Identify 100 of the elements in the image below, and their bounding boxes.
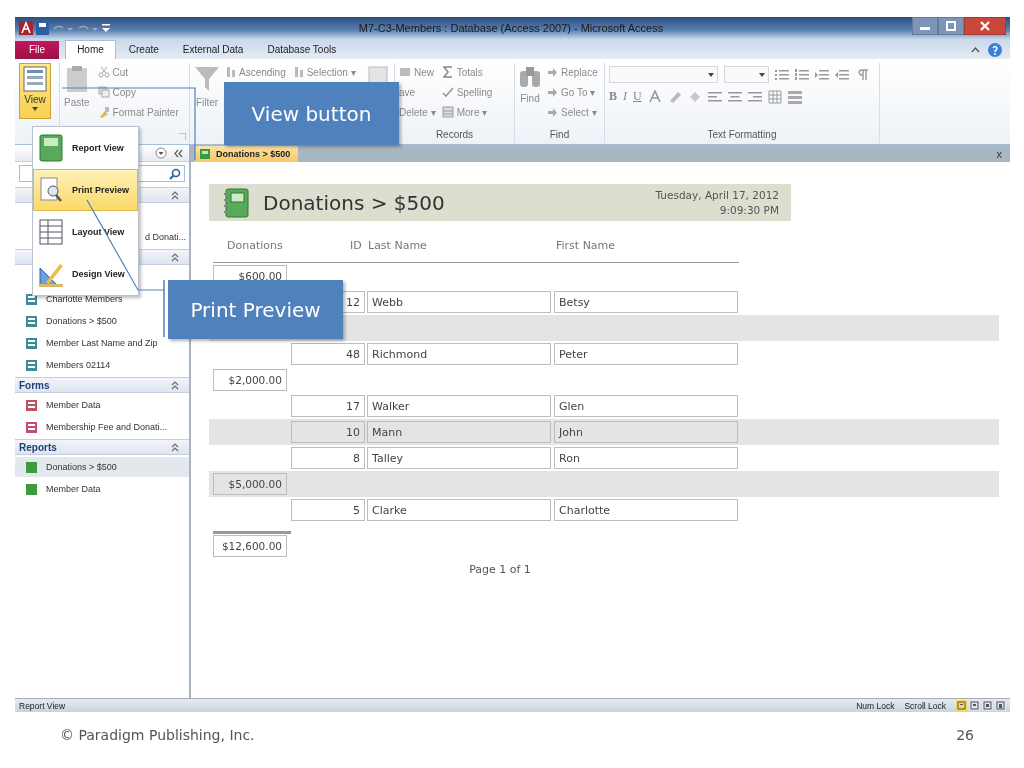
- nav-item[interactable]: Members 02114: [15, 355, 115, 375]
- records-button[interactable]: Totals: [441, 65, 493, 79]
- arrow-icon: [547, 66, 558, 78]
- outdent-icon[interactable]: [835, 68, 849, 81]
- grid-icon: [441, 106, 454, 118]
- ribbon-tab[interactable]: Create: [117, 41, 170, 59]
- app-icon[interactable]: [19, 21, 33, 35]
- table-cell: Mann: [367, 421, 551, 443]
- spelling-icon: [441, 86, 454, 98]
- help-icon[interactable]: [988, 43, 1002, 57]
- font-color-icon[interactable]: [647, 89, 662, 104]
- view-switch-button[interactable]: [969, 700, 980, 711]
- dropdown-icon[interactable]: [155, 147, 167, 159]
- table-cell: Betsy: [554, 291, 738, 313]
- layout-icon: [38, 218, 64, 246]
- new-record-icon: [399, 66, 411, 78]
- clipboard-button[interactable]: Cut: [97, 65, 179, 79]
- view-button[interactable]: View: [19, 63, 51, 119]
- nav-item[interactable]: Member Data: [15, 395, 105, 415]
- magnifier-page-icon: [38, 176, 64, 204]
- table-cell: 17: [291, 395, 365, 417]
- numbered-list-icon[interactable]: [795, 68, 809, 81]
- table-cell: 48: [291, 343, 365, 365]
- search-icon[interactable]: [169, 167, 181, 180]
- sort-icon: [293, 66, 304, 78]
- collapse-ribbon-icon[interactable]: [971, 46, 980, 53]
- text-style-button[interactable]: U: [633, 89, 642, 104]
- close-document-button[interactable]: x: [996, 147, 1002, 160]
- customize-icon[interactable]: [102, 23, 110, 33]
- ribbon-tab[interactable]: Home: [65, 40, 116, 59]
- table-cell: $5,000.00: [213, 473, 287, 495]
- table-cell: Clarke: [367, 499, 551, 521]
- table-cell: $2,000.00: [213, 369, 287, 391]
- bullet-list-icon[interactable]: [775, 68, 789, 81]
- nav-item[interactable]: Membership Fee and Donati...: [15, 417, 172, 437]
- table-cell: John: [554, 421, 738, 443]
- clipboard-icon: [64, 65, 89, 93]
- callout: Print Preview: [168, 280, 343, 339]
- report-date: Tuesday, April 17, 2012: [655, 189, 779, 201]
- collapse-group-icon[interactable]: [171, 442, 179, 452]
- nav-item[interactable]: Donations > $500: [15, 311, 121, 331]
- row-color-icon[interactable]: [787, 89, 802, 104]
- table-cell: 8: [291, 447, 365, 469]
- collapse-group-icon[interactable]: [171, 380, 179, 390]
- align-center-icon[interactable]: [727, 90, 742, 103]
- align-right-icon[interactable]: [747, 90, 762, 103]
- copyright-text: © Paradigm Publishing, Inc.: [60, 727, 255, 743]
- nav-item[interactable]: Member Data: [15, 479, 105, 499]
- font-size-field[interactable]: [724, 66, 769, 83]
- view-switch-button[interactable]: [956, 700, 967, 711]
- collapse-group-icon[interactable]: [171, 252, 179, 262]
- menu-item[interactable]: Print Preview: [33, 169, 138, 211]
- collapse-pane-icon[interactable]: [173, 148, 183, 158]
- table-cell: Talley: [367, 447, 551, 469]
- group-label: Records: [434, 129, 475, 142]
- gridlines-icon[interactable]: [767, 89, 782, 104]
- indent-icon[interactable]: [815, 68, 829, 81]
- paragraph-icon[interactable]: [855, 68, 869, 81]
- sort-filter-button[interactable]: Ascending: [226, 65, 286, 79]
- align-left-icon[interactable]: [707, 90, 722, 103]
- document-tab[interactable]: Donations > $500: [195, 146, 299, 162]
- collapse-group-icon[interactable]: [171, 190, 179, 200]
- clipboard-button[interactable]: Copy: [97, 85, 179, 99]
- nav-item[interactable]: Donations > $500: [15, 457, 189, 477]
- menu-item[interactable]: Design View: [33, 253, 138, 295]
- view-switch-button[interactable]: [995, 700, 1006, 711]
- records-button[interactable]: New: [399, 65, 436, 79]
- records-button[interactable]: ave: [399, 85, 436, 99]
- funnel-icon: [194, 65, 220, 93]
- sigma-icon: [441, 66, 454, 78]
- status-indicator: Num Lock: [856, 700, 895, 711]
- view-switch-button[interactable]: [982, 700, 993, 711]
- report-icon: [25, 482, 38, 496]
- text-style-button[interactable]: I: [623, 89, 627, 104]
- restore-button[interactable]: [938, 17, 964, 35]
- caret-icon: [759, 72, 765, 77]
- report-title: Donations > $500: [263, 190, 445, 215]
- nav-item[interactable]: Member Last Name and Zip: [15, 333, 162, 353]
- ribbon-tab[interactable]: Database Tools: [256, 41, 348, 59]
- report-time: 9:09:30 PM: [719, 204, 779, 216]
- table-cell: Peter: [554, 343, 738, 365]
- minimize-button[interactable]: [912, 17, 938, 35]
- redo-icon[interactable]: [77, 23, 99, 33]
- copy-icon: [97, 86, 110, 98]
- ribbon-tab[interactable]: External Data: [171, 41, 255, 59]
- nav-group-title[interactable]: Reports: [19, 441, 57, 453]
- group-label: Text Formatting: [706, 129, 778, 142]
- nav-group-title[interactable]: Forms: [19, 379, 50, 391]
- file-tab[interactable]: File: [15, 41, 60, 59]
- table-cell: 5: [291, 499, 365, 521]
- font-name-field[interactable]: [609, 66, 718, 83]
- sort-filter-button[interactable]: Selection ▾: [293, 65, 356, 79]
- total-cell: $12,600.00: [213, 535, 287, 557]
- menu-item[interactable]: Layout View: [33, 211, 138, 253]
- table-cell: Webb: [367, 291, 551, 313]
- sort-icon: [226, 66, 236, 78]
- close-button[interactable]: [964, 17, 1006, 35]
- find-option-button[interactable]: Replace: [547, 65, 598, 79]
- save-icon[interactable]: [36, 21, 49, 35]
- records-button[interactable]: Spelling: [441, 85, 493, 99]
